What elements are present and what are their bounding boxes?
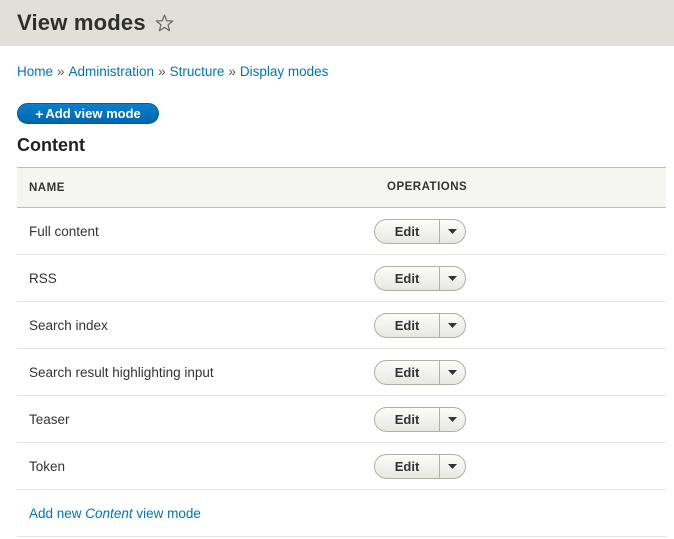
chevron-down-icon	[448, 369, 457, 375]
table-header: NAME	[17, 168, 666, 208]
column-header-name: NAME	[29, 181, 65, 194]
edit-dropbutton: Edit	[374, 453, 466, 479]
add-view-mode-label: Add view mode	[45, 106, 141, 121]
plus-icon: +	[35, 105, 44, 122]
chevron-down-icon	[448, 463, 457, 469]
edit-button[interactable]: Edit	[375, 360, 440, 384]
operations-cell: Edit	[362, 302, 666, 349]
edit-dropbutton: Edit	[374, 312, 466, 338]
row-name: Token	[29, 458, 66, 474]
dropdown-toggle[interactable]	[440, 361, 465, 384]
dropdown-toggle[interactable]	[440, 408, 465, 431]
column-header-operations: OPERATIONS	[387, 181, 468, 193]
table-row: Search index Edit	[17, 302, 666, 349]
operations-cell: Edit	[362, 255, 666, 302]
edit-dropbutton: Edit	[374, 218, 466, 244]
operations-cell: Edit	[362, 396, 666, 443]
star-icon[interactable]	[155, 14, 174, 32]
page-header: View modes	[0, 0, 674, 46]
row-name: Teaser	[29, 411, 70, 427]
edit-button[interactable]: Edit	[375, 313, 440, 337]
chevron-down-icon	[448, 416, 457, 422]
add-link-entity: Content	[85, 505, 133, 521]
add-link-prefix: Add new	[29, 505, 86, 521]
table-row: Token Edit	[17, 443, 666, 490]
dropdown-toggle[interactable]	[440, 314, 465, 337]
row-name: Search index	[29, 317, 108, 333]
edit-button[interactable]: Edit	[375, 219, 440, 243]
table-row: Full content Edit	[17, 208, 666, 255]
row-name: Search result highlighting input	[29, 364, 214, 380]
dropdown-toggle[interactable]	[440, 455, 465, 478]
operations-cell: Edit	[362, 208, 666, 255]
table-row: RSS Edit	[17, 255, 666, 302]
chevron-down-icon	[448, 275, 457, 281]
breadcrumb: Home» Administration» Structure» Display mo…	[17, 64, 328, 79]
add-view-mode-button[interactable]: + Add view mode	[17, 103, 159, 124]
breadcrumb-structure[interactable]: Structure	[170, 64, 225, 79]
chevron-down-icon	[448, 322, 457, 328]
dropdown-toggle[interactable]	[440, 267, 465, 290]
section-title: Content	[17, 135, 85, 155]
table-header-row: NAME	[17, 167, 666, 208]
table-row: Add new Content view mode	[17, 490, 666, 537]
add-new-view-mode-link[interactable]: Add new Content view mode	[29, 506, 201, 521]
edit-dropbutton: Edit	[374, 265, 466, 291]
add-link-suffix: view mode	[132, 505, 201, 521]
table-row: Teaser Edit	[17, 396, 666, 443]
page-title: View modes	[17, 10, 146, 35]
breadcrumb-administration[interactable]: Administration	[69, 64, 155, 79]
breadcrumb-display-modes[interactable]: Display modes	[240, 64, 329, 79]
breadcrumb-separator: »	[158, 64, 166, 79]
table-row: Search result highlighting input Edit	[17, 349, 666, 396]
edit-dropbutton: Edit	[374, 359, 466, 385]
chevron-down-icon	[448, 228, 457, 234]
breadcrumb-separator: »	[228, 64, 236, 79]
operations-cell: Edit	[362, 443, 666, 490]
dropdown-toggle[interactable]	[440, 220, 465, 243]
breadcrumb-home[interactable]: Home	[17, 64, 53, 79]
edit-button[interactable]: Edit	[375, 266, 440, 290]
row-name: RSS	[29, 270, 57, 286]
row-name: Full content	[29, 223, 99, 239]
operations-cell: Edit	[362, 349, 666, 396]
edit-button[interactable]: Edit	[375, 454, 440, 478]
edit-button[interactable]: Edit	[375, 407, 440, 431]
add-link-cell: Add new Content view mode	[17, 490, 666, 537]
view-modes-table: NAME Full content Edit RSS Edit Search i…	[17, 167, 666, 537]
edit-dropbutton: Edit	[374, 406, 466, 432]
breadcrumb-separator: »	[57, 64, 65, 79]
